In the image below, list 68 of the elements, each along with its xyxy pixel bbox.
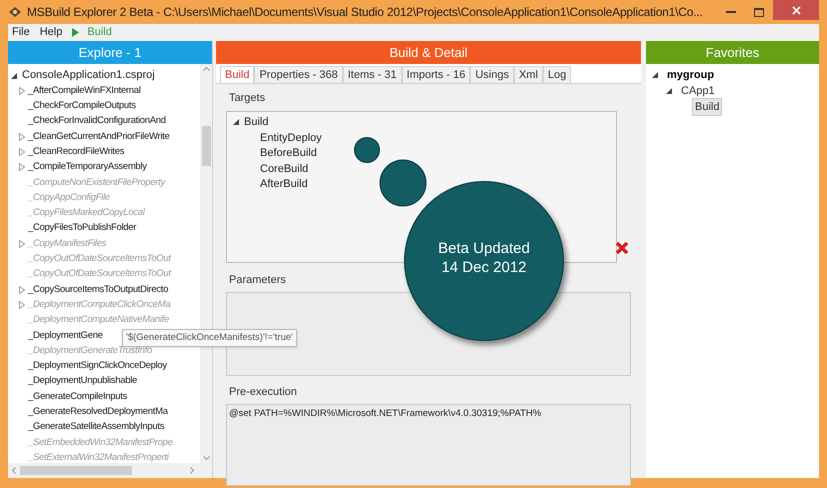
panel-header: Favorites <box>646 41 819 64</box>
close-icon <box>792 6 800 14</box>
tab[interactable]: Imports - 16 <box>402 66 470 83</box>
pre-execution-field[interactable]: @set PATH=%WINDIR%\Microsoft.NET\Framework\v4.0.30319;%PATH% <box>226 404 631 486</box>
tree-item[interactable]: AfterBuild <box>260 176 308 192</box>
tree-item[interactable]: _CleanRecordFileWrites <box>28 145 124 160</box>
tree-item[interactable]: _CheckForCompileOutputs <box>28 99 136 114</box>
expanded-icon[interactable] <box>233 119 239 126</box>
expander-icon[interactable] <box>19 163 25 172</box>
scroll-thumb[interactable] <box>202 126 210 166</box>
tab[interactable]: Build <box>220 66 254 83</box>
expander-icon[interactable] <box>19 148 25 156</box>
expander-icon[interactable] <box>19 86 25 95</box>
tab[interactable]: Usings <box>470 66 514 83</box>
maximize-icon <box>754 8 764 16</box>
scroll-thumb[interactable] <box>20 466 132 475</box>
tree-item[interactable]: _CopySourceItemsToOutputDirecto <box>28 282 168 297</box>
tooltip: '$(GenerateClickOnceManifests)'!='true' <box>122 329 297 348</box>
tab[interactable]: Log <box>542 66 572 83</box>
tree-item[interactable]: mygroup <box>664 66 718 84</box>
menu-item[interactable]: Help <box>40 24 62 41</box>
tree-item[interactable]: _CleanGetCurrentAndPriorFileWrite <box>28 130 170 144</box>
close-icon[interactable] <box>615 241 629 255</box>
expanded-icon[interactable] <box>11 72 17 79</box>
tree-item[interactable]: _DeploymentGene <box>28 328 103 343</box>
expanded-icon[interactable] <box>652 72 658 78</box>
panel-header: Explore - 1 <box>8 41 212 64</box>
tree-item[interactable]: EntityDeploy <box>260 130 322 146</box>
announcement-text: Beta Updated <box>438 239 530 258</box>
expander-icon[interactable] <box>19 286 25 294</box>
tree-item[interactable]: _GenerateCompileInputs <box>28 390 128 404</box>
scroll-up-icon[interactable] <box>202 67 210 71</box>
section-label: Parameters <box>229 272 287 288</box>
tree-item[interactable]: BeforeBuild <box>260 145 317 162</box>
menu-item[interactable]: File <box>12 24 30 41</box>
tree-item[interactable]: _GenerateSatelliteAssemblyInputs <box>28 420 164 435</box>
window-title: MSBuild Explorer 2 Beta - C:\Users\Michael\Documents\Visual Studio 2012\Projects\ConsoleApplication1\ConsoleApplication1\Co... <box>27 4 703 21</box>
tree-item[interactable]: _DeploymentUnpublishable <box>28 374 137 389</box>
tree-item[interactable]: CoreBuild <box>260 160 308 177</box>
scroll-down-icon[interactable] <box>202 456 210 460</box>
tree-item[interactable]: ConsoleApplication1.csproj <box>22 67 155 84</box>
tree-item[interactable]: Build <box>692 98 722 116</box>
app-icon <box>8 6 22 18</box>
scroll-left-icon[interactable] <box>12 467 16 474</box>
scroll-right-icon[interactable] <box>190 467 194 474</box>
horizontal-scrollbar[interactable] <box>8 463 212 478</box>
announcement-text: 14 Dec 2012 <box>441 258 527 277</box>
tree-item[interactable]: _DeploymentSignClickOnceDeploy <box>28 359 167 374</box>
tab[interactable]: Xml <box>514 66 543 83</box>
tree-item[interactable]: _CopyFilesToPublishFolder <box>28 221 136 236</box>
tree-item[interactable]: CApp1 <box>678 82 718 100</box>
panel-header: Build & Detail <box>216 41 641 64</box>
tab[interactable]: Properties - 368 <box>254 66 343 83</box>
expanded-icon[interactable] <box>666 88 672 94</box>
expander-icon[interactable] <box>19 132 25 141</box>
section-label: Targets <box>229 91 266 106</box>
tab[interactable]: Items - 31 <box>342 66 402 83</box>
close-button[interactable] <box>773 0 819 20</box>
tree-item[interactable]: _CheckForInvalidConfigurationAnd <box>28 114 166 129</box>
tree-item[interactable]: _GenerateResolvedDeploymentMa <box>28 405 168 420</box>
play-icon[interactable] <box>72 28 80 37</box>
section-label: Pre-execution <box>229 385 298 400</box>
tree-item[interactable]: _CompileTemporaryAssembly <box>28 160 147 175</box>
tree-item[interactable]: Build <box>244 114 268 130</box>
expander-icon[interactable] <box>19 240 25 248</box>
tree-item[interactable]: _AfterCompileWinFXInternal <box>28 84 141 98</box>
expander-icon[interactable] <box>19 301 25 310</box>
minimize-icon <box>726 11 736 13</box>
